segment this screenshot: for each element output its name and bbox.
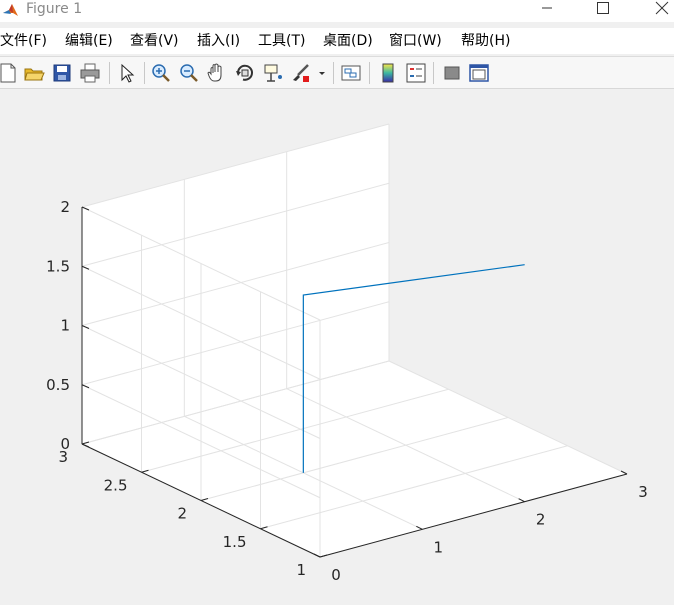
- menu-bar: 文件(F) 编辑(E) 查看(V) 插入(I) 工具(T) 桌面(D) 窗口(W…: [0, 28, 674, 54]
- menu-tools[interactable]: 工具(T): [258, 32, 305, 50]
- maximize-button[interactable]: [586, 0, 620, 16]
- zoom-out-icon[interactable]: [178, 62, 200, 84]
- x-tick-label: 0: [331, 566, 341, 584]
- x-tick-label: 2: [536, 511, 546, 529]
- brush-dropdown-icon[interactable]: [316, 62, 328, 84]
- close-button[interactable]: [645, 0, 674, 16]
- toolbar: [0, 56, 674, 89]
- menu-insert[interactable]: 插入(I): [197, 32, 240, 50]
- y-tick-label: 1.5: [223, 533, 247, 551]
- menu-desktop[interactable]: 桌面(D): [323, 32, 373, 50]
- menu-edit[interactable]: 编辑(E): [65, 32, 113, 50]
- edit-plot-icon[interactable]: [116, 62, 138, 84]
- z-tick-label: 0.5: [46, 376, 70, 394]
- hide-plot-tools-icon[interactable]: [441, 62, 463, 84]
- menu-window[interactable]: 窗口(W): [389, 32, 442, 50]
- close-icon: [655, 1, 669, 15]
- menu-help[interactable]: 帮助(H): [461, 32, 510, 50]
- axes-3d[interactable]: 012311.522.5300.511.52: [46, 123, 648, 584]
- minimize-icon: [542, 7, 552, 9]
- z-tick-label: 0: [60, 435, 70, 453]
- pan-icon[interactable]: [206, 62, 228, 84]
- y-tick-label: 2.5: [104, 476, 128, 494]
- show-plot-tools-icon[interactable]: [468, 62, 490, 84]
- toolbar-separator: [333, 62, 334, 84]
- brush-icon[interactable]: [290, 62, 312, 84]
- toolbar-separator: [109, 62, 110, 84]
- menu-file[interactable]: 文件(F): [0, 32, 47, 50]
- toolbar-separator: [369, 62, 370, 84]
- maximize-icon: [597, 2, 609, 14]
- window-title: Figure 1: [26, 1, 83, 17]
- open-file-icon[interactable]: [23, 62, 45, 84]
- link-plot-icon[interactable]: [340, 62, 362, 84]
- x-tick-label: 3: [638, 483, 648, 501]
- y-tick-label: 2: [177, 505, 187, 523]
- toolbar-separator: [433, 62, 434, 84]
- y-tick-label: 1: [296, 561, 306, 579]
- title-bar: Figure 1: [0, 0, 674, 22]
- new-figure-icon[interactable]: [0, 62, 19, 84]
- minimize-button[interactable]: [530, 0, 564, 16]
- zoom-in-icon[interactable]: [150, 62, 172, 84]
- z-tick-label: 1: [60, 317, 70, 335]
- colorbar-icon[interactable]: [377, 62, 399, 84]
- z-tick-label: 2: [60, 198, 70, 216]
- menu-view[interactable]: 查看(V): [130, 32, 179, 50]
- toolbar-separator: [144, 62, 145, 84]
- x-tick-label: 1: [434, 538, 444, 556]
- print-icon[interactable]: [79, 62, 101, 84]
- z-tick-label: 1.5: [46, 257, 70, 275]
- save-icon[interactable]: [51, 62, 73, 84]
- rotate-3d-icon[interactable]: [234, 62, 256, 84]
- matlab-logo-icon: [3, 4, 18, 16]
- legend-icon[interactable]: [405, 62, 427, 84]
- data-cursor-icon[interactable]: [262, 62, 284, 84]
- plot-canvas[interactable]: 012311.522.5300.511.52: [0, 88, 674, 605]
